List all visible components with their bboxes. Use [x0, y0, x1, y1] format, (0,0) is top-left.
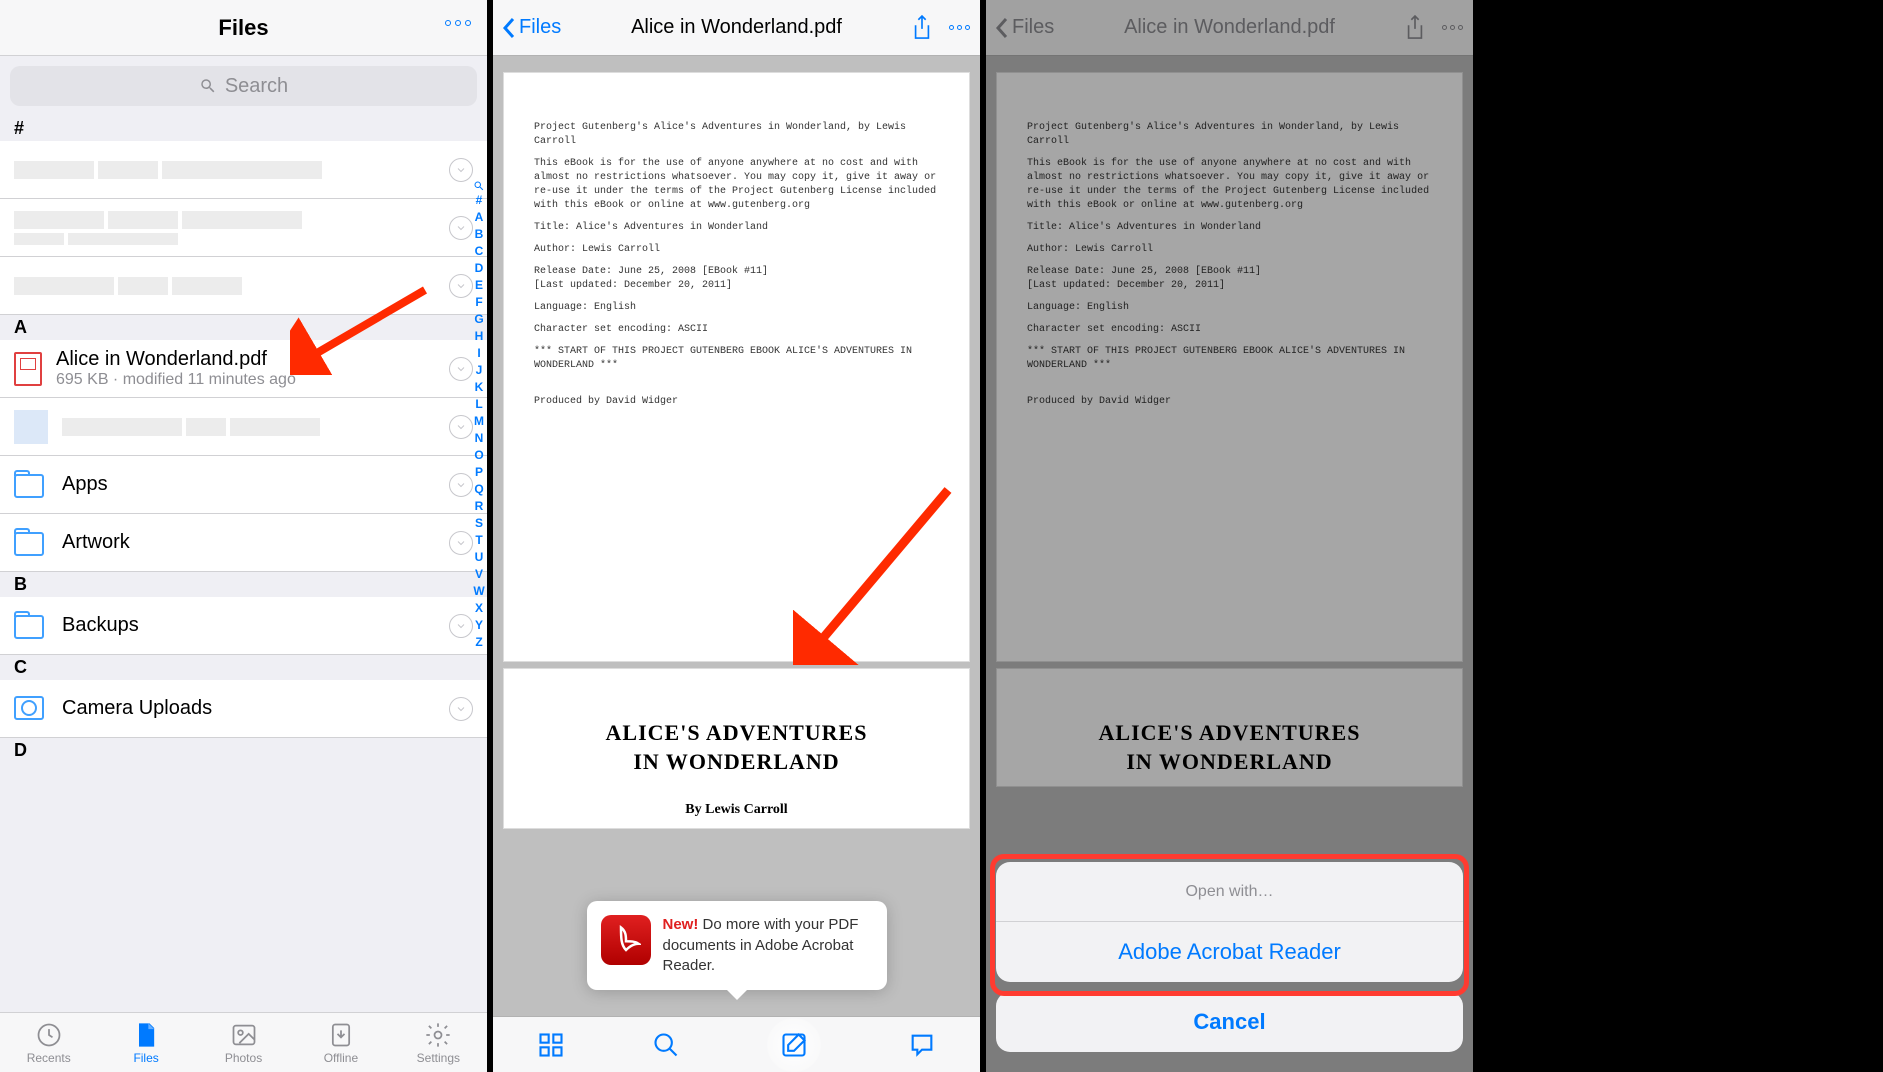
chevron-down-icon[interactable]	[449, 473, 473, 497]
gear-icon	[424, 1021, 452, 1049]
pdf-file-icon	[14, 352, 42, 386]
share-icon[interactable]	[911, 14, 933, 42]
tab-bar: Recents Files Photos Offline Settings	[0, 1012, 487, 1072]
file-name: Alice in Wonderland.pdf	[56, 348, 441, 371]
list-item[interactable]	[0, 398, 487, 456]
chevron-down-icon[interactable]	[449, 274, 473, 298]
folder-icon	[14, 609, 48, 643]
sheet-adobe-reader[interactable]: Adobe Acrobat Reader	[996, 922, 1463, 982]
chevron-down-icon[interactable]	[449, 415, 473, 439]
folder-name: Apps	[62, 473, 108, 496]
pdf-page-1[interactable]: Project Gutenberg's Alice's Adventures i…	[503, 72, 970, 662]
section-c: C	[0, 655, 487, 680]
header: Files	[0, 0, 487, 56]
tooltip-text: New! Do more with your PDF documents in …	[663, 915, 873, 976]
search-input[interactable]: Search	[10, 66, 477, 106]
adobe-icon	[601, 915, 651, 965]
open-with-screen: Files Alice in Wonderland.pdf Project Gu…	[986, 0, 1473, 1072]
tab-offline[interactable]: Offline	[292, 1013, 389, 1072]
alpha-index[interactable]: #ABCDEFGHIJKLMNOPQRSTUVWXYZ	[473, 180, 485, 651]
section-a: A	[0, 315, 487, 340]
tab-settings[interactable]: Settings	[390, 1013, 487, 1072]
file-meta: 695 KB · modified 11 minutes ago	[56, 371, 441, 389]
folder-name: Backups	[62, 614, 139, 637]
pdf-preview-screen: Files Alice in Wonderland.pdf Project Gu…	[493, 0, 980, 1072]
search-icon	[199, 77, 217, 95]
download-icon	[327, 1021, 355, 1049]
list-item[interactable]	[0, 257, 487, 315]
adobe-tooltip[interactable]: New! Do more with your PDF documents in …	[587, 901, 887, 990]
folder-camera-uploads[interactable]: Camera Uploads	[0, 680, 487, 738]
image-thumb-icon	[14, 410, 48, 444]
camera-icon	[14, 692, 48, 726]
folder-name: Artwork	[62, 531, 130, 554]
file-icon	[132, 1021, 160, 1049]
list-item[interactable]	[0, 199, 487, 257]
chevron-left-icon	[501, 16, 517, 40]
chevron-down-icon[interactable]	[449, 158, 473, 182]
tab-recents[interactable]: Recents	[0, 1013, 97, 1072]
back-button[interactable]: Files	[501, 16, 561, 40]
search-icon[interactable]	[652, 1031, 680, 1059]
files-list-screen: Files Search # A Alice in Wonderland.pdf…	[0, 0, 487, 1072]
folder-backups[interactable]: Backups	[0, 597, 487, 655]
file-item-alice[interactable]: Alice in Wonderland.pdf 695 KB · modifie…	[0, 340, 487, 398]
pdf-page-2[interactable]: ALICE'S ADVENTURESIN WONDERLAND By Lewis…	[503, 668, 970, 829]
section-hash: #	[0, 116, 487, 141]
pdf-header: Files Alice in Wonderland.pdf	[493, 0, 980, 56]
section-d: D	[0, 738, 487, 763]
more-icon[interactable]	[445, 20, 471, 26]
more-icon[interactable]	[949, 25, 970, 30]
chevron-down-icon[interactable]	[449, 531, 473, 555]
grid-icon[interactable]	[537, 1031, 565, 1059]
photo-icon	[230, 1021, 258, 1049]
edit-icon	[780, 1031, 808, 1059]
sheet-title: Open with…	[996, 862, 1463, 922]
folder-icon	[14, 468, 48, 502]
comment-icon[interactable]	[908, 1031, 936, 1059]
chevron-down-icon[interactable]	[449, 697, 473, 721]
pdf-toolbar	[493, 1016, 980, 1072]
folder-artwork[interactable]: Artwork	[0, 514, 487, 572]
sheet-cancel[interactable]: Cancel	[996, 992, 1463, 1052]
clock-icon	[35, 1021, 63, 1049]
page-title: Files	[218, 15, 268, 41]
chevron-down-icon[interactable]	[449, 216, 473, 240]
list-item[interactable]	[0, 141, 487, 199]
folder-icon	[14, 526, 48, 560]
action-sheet: Open with… Adobe Acrobat Reader Cancel	[996, 862, 1463, 1062]
tab-files[interactable]: Files	[97, 1013, 194, 1072]
tab-photos[interactable]: Photos	[195, 1013, 292, 1072]
pdf-title: Alice in Wonderland.pdf	[631, 16, 842, 39]
chevron-down-icon[interactable]	[449, 614, 473, 638]
edit-button[interactable]	[767, 1018, 821, 1072]
search-icon	[473, 180, 485, 192]
search-placeholder: Search	[225, 75, 288, 98]
folder-apps[interactable]: Apps	[0, 456, 487, 514]
section-b: B	[0, 572, 487, 597]
folder-name: Camera Uploads	[62, 697, 212, 720]
chevron-down-icon[interactable]	[449, 357, 473, 381]
